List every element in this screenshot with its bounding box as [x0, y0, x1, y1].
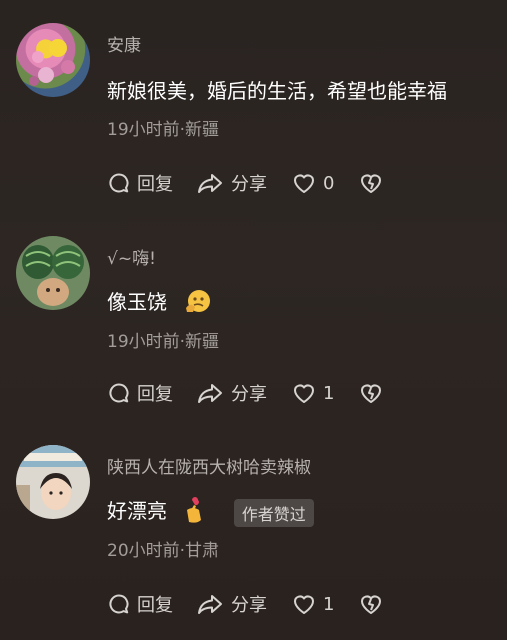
- heart-icon: [294, 384, 314, 403]
- comment-author[interactable]: 陕西人在陇西大树哈卖辣椒: [107, 453, 311, 478]
- comment-author[interactable]: √~嗨!: [107, 244, 156, 269]
- reply-icon: [109, 594, 129, 614]
- comment-text: 像玉饶: [107, 286, 213, 319]
- reply-button[interactable]: 回复: [107, 380, 173, 406]
- share-button[interactable]: 分享: [197, 380, 267, 406]
- like-count: 1: [323, 593, 335, 615]
- broken-heart-icon: [361, 595, 382, 614]
- like-count: 1: [323, 382, 335, 404]
- comment-actions: 回复 分享 1: [107, 380, 384, 406]
- comment-meta: 20小时前·甘肃: [107, 541, 220, 561]
- comment-text-content: 好漂亮: [107, 499, 167, 523]
- person-icon: [16, 445, 90, 519]
- like-button[interactable]: 1: [291, 381, 334, 405]
- avatar[interactable]: [16, 445, 90, 519]
- broken-heart-icon: [361, 384, 382, 403]
- thinking-face-emoji: [183, 288, 213, 319]
- reply-label: 回复: [137, 595, 173, 616]
- share-icon: [198, 595, 222, 614]
- watermelon-icon: [22, 245, 84, 306]
- reply-label: 回复: [137, 384, 173, 405]
- author-liked-badge: 作者赞过: [233, 498, 314, 527]
- comment-item: 陕西人在陇西大树哈卖辣椒 好漂亮 作者赞过 20小时前·甘肃 回复 分享 1: [0, 0, 507, 616]
- share-icon: [198, 384, 222, 403]
- reply-button[interactable]: 回复: [107, 591, 173, 617]
- share-button[interactable]: 分享: [197, 591, 267, 617]
- comment-text-content: 像玉饶: [107, 290, 167, 314]
- comment-actions: 回复 分享 1: [107, 591, 384, 617]
- avatar[interactable]: [16, 236, 90, 310]
- like-button[interactable]: 1: [291, 592, 334, 616]
- dislike-button[interactable]: [358, 592, 384, 616]
- comment-text: 好漂亮 作者赞过: [107, 495, 314, 529]
- share-label: 分享: [231, 595, 267, 616]
- heart-icon: [294, 595, 314, 614]
- comment-meta: 19小时前·新疆: [107, 332, 220, 352]
- reply-icon: [109, 383, 129, 403]
- share-label: 分享: [231, 384, 267, 405]
- dislike-button[interactable]: [358, 381, 384, 405]
- finger-heart-emoji: [183, 496, 205, 529]
